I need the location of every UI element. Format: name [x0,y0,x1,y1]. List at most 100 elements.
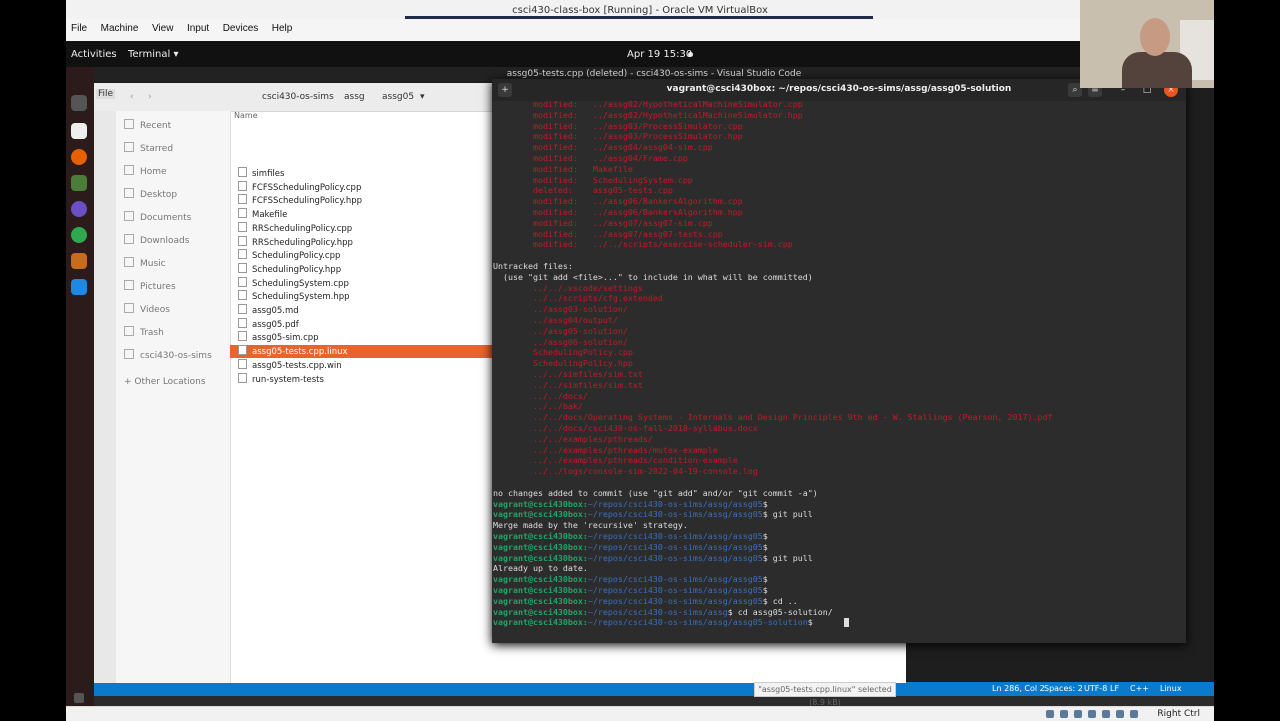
clock-icon [124,119,134,129]
modified-file: modified: ../assg03/ProcessSimulator.hpp [493,131,743,142]
breadcrumb-assg[interactable]: assg [344,92,365,102]
sidebar-item-desktop[interactable]: Desktop [124,188,177,200]
status-eol[interactable]: LF [1110,684,1119,693]
status-spaces[interactable]: Spaces: 2 [1044,684,1083,693]
file-row[interactable]: assg05.pdf [230,317,492,331]
menu-view[interactable]: View [147,19,179,34]
breadcrumb-root[interactable]: csci430-os-sims [262,92,334,102]
untracked-file: ../assg05-solution/ [493,325,628,336]
file-name: assg05.md [252,306,299,316]
file-name: FCFSSchedulingPolicy.hpp [252,196,363,207]
sidebar-item-downloads[interactable]: Downloads [124,234,189,246]
sidebar-item-home[interactable]: Home [124,165,167,177]
file-row[interactable]: run-system-tests [230,372,492,386]
file-row[interactable]: RRSchedulingPolicy.hpp [230,235,492,249]
chevron-down-icon[interactable]: ▾ [420,92,425,102]
file-row[interactable]: SchedulingSystem.cpp [230,276,492,290]
file-name: RRSchedulingPolicy.cpp [252,223,353,234]
modified-file: modified: ../assg03/ProcessSimulator.cpp [493,120,743,131]
menu-input[interactable]: Input [182,19,214,34]
prompt-line: vagrant@csci430box:~/repos/csci430-os-si… [493,498,773,509]
file-row[interactable]: FCFSSchedulingPolicy.hpp [230,194,492,207]
file-row[interactable]: assg05-sim.cpp [230,331,492,344]
modified-file: modified: ../assg07/assg07-tests.cpp [493,228,723,239]
menu-help[interactable]: Help [267,19,298,34]
usb-icon[interactable] [1102,710,1110,718]
activities-button[interactable]: Activities [71,49,117,60]
file-row[interactable]: FCFSSchedulingPolicy.cpp [230,180,492,194]
network-icon[interactable] [1088,710,1096,718]
files-icon[interactable] [71,123,87,139]
file-row[interactable]: SchedulingPolicy.cpp [230,249,492,262]
breadcrumb-assg05[interactable]: assg05 [382,92,414,102]
sidebar-item-csci430-os-sims[interactable]: csci430-os-sims [124,349,212,361]
prompt-path: ~/repos/csci430-os-sims/assg/assg05 [587,498,763,509]
terminal-line: Already up to date. [493,563,588,573]
app-grid-icon[interactable] [74,693,84,703]
app-icon[interactable] [71,227,87,243]
status-position[interactable]: Ln 286, Col 2 [992,684,1045,693]
terminal-output[interactable]: modified: ../assg02/HypotheticalMachineS… [492,101,1186,643]
vim-icon[interactable] [71,175,87,191]
modified-file: modified: ../assg04/assg04-sim.cpp [493,142,713,153]
file-row[interactable]: assg05.md [230,304,492,317]
audio-icon[interactable] [1074,710,1082,718]
file-row[interactable]: RRSchedulingPolicy.cpp [230,221,492,235]
modified-file: modified: ../assg06/BankersAlgorithm.cpp [493,196,743,207]
display-icon[interactable] [1130,710,1138,718]
sidebar-item-starred[interactable]: Starred [124,142,173,154]
shared-folder-icon[interactable] [1116,710,1124,718]
cd-icon[interactable] [1060,710,1068,718]
files-menu-label[interactable]: File [96,89,116,99]
prompt-path: ~/repos/csci430-os-sims/assg [587,606,728,617]
firefox-icon[interactable] [71,149,87,165]
host-menubar: File Machine View Input Devices Help [66,19,1214,42]
terminal-icon[interactable] [71,95,87,111]
sidebar-item-trash[interactable]: Trash [124,326,164,338]
untracked-file: ../../docs/ [493,390,588,401]
prompt-user-host: vagrant@csci430box [493,617,583,628]
prompt-path: ~/repos/csci430-os-sims/assg/assg05-solu… [587,617,808,628]
file-row[interactable]: Makefile [230,208,492,221]
sidebar-item-videos[interactable]: Videos [124,303,170,315]
status-encoding[interactable]: UTF-8 [1084,684,1107,693]
prompt-user-host: vagrant@csci430box [493,595,583,606]
terminal-line: ../assg06-solution/ [493,337,628,347]
file-name: SchedulingSystem.cpp [252,278,349,289]
modified-file: modified: SchedulingSystem.cpp [493,174,693,185]
prompt-path: ~/repos/csci430-os-sims/assg/assg05 [587,585,763,595]
prompt-command: cd .. [772,595,798,606]
file-name: SchedulingSystem.hpp [252,292,350,303]
file-row[interactable]: assg05-tests.cpp.win [230,358,492,372]
status-platform[interactable]: Linux [1160,684,1182,693]
back-icon[interactable]: ‹ [130,92,134,102]
sublime-icon[interactable] [71,253,87,269]
terminal-line: ../../logs/console-sim-2022-04-19-consol… [493,466,758,476]
file-row[interactable]: simfiles [230,167,492,180]
sidebar-item-music[interactable]: Music [124,257,166,269]
file-row[interactable]: assg05-tests.cpp.linux [230,345,492,359]
untracked-file: ../assg03-solution/ [493,304,628,315]
menu-devices[interactable]: Devices [218,19,264,34]
menu-machine[interactable]: Machine [96,19,144,34]
sidebar-item-other-locations[interactable]: + Other Locations [124,377,206,387]
documents-icon [124,211,134,221]
vscode-icon[interactable] [71,279,87,295]
hdd-icon[interactable] [1046,710,1054,718]
webcam-person-body [1122,52,1192,88]
status-language[interactable]: C++ [1130,684,1149,693]
file-row[interactable]: SchedulingPolicy.hpp [230,262,492,276]
sidebar-item-pictures[interactable]: Pictures [124,280,176,292]
file-row[interactable]: SchedulingSystem.hpp [230,290,492,303]
menu-file[interactable]: File [66,19,92,34]
prompt-line: vagrant@csci430box:~/repos/csci430-os-si… [493,574,773,585]
sidebar-item-documents[interactable]: Documents [124,211,191,223]
sidebar-item-recent[interactable]: Recent [124,119,171,131]
terminal-line: ../../examples/pthreads/condition-exampl… [493,455,738,465]
modified-file: deleted: assg05-tests.cpp [493,185,673,196]
emacs-icon[interactable] [71,201,87,217]
app-menu[interactable]: Terminal ▾ [128,49,178,60]
prompt-path: ~/repos/csci430-os-sims/assg/assg05 [587,531,763,541]
clock[interactable]: Apr 19 15:30 [627,49,692,60]
forward-icon[interactable]: › [148,92,152,102]
